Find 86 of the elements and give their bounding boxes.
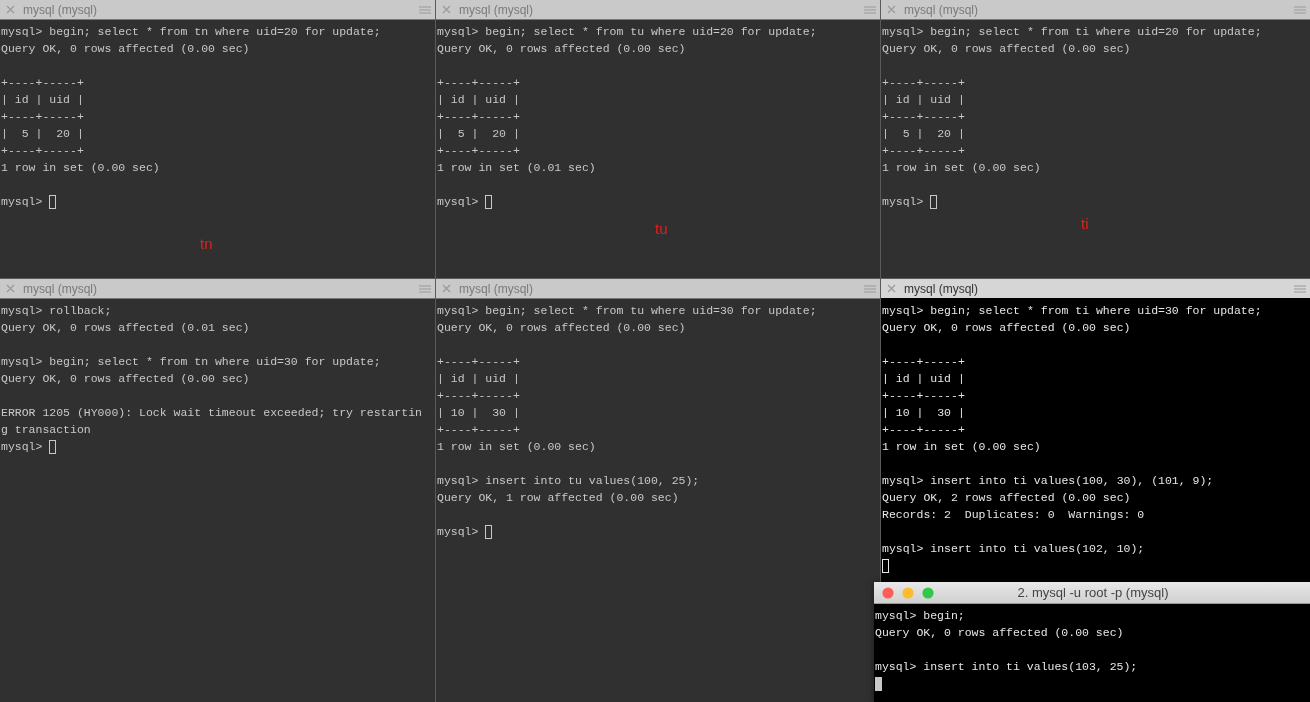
terminal-line: Query OK, 0 rows affected (0.00 sec) bbox=[437, 41, 686, 57]
terminal-line: g transaction bbox=[1, 422, 91, 438]
terminal-line: mysql> insert into tu values(100, 25); bbox=[437, 473, 700, 489]
terminal-line: mysql> begin; select * from ti where uid=20 for update; bbox=[882, 24, 1262, 40]
terminal-line: mysql> begin; select * from tn where uid=20 for update; bbox=[1, 24, 381, 40]
terminal-line: +----+-----+ bbox=[1, 109, 84, 125]
terminal-line: | id | uid | bbox=[882, 371, 965, 387]
pane-title: mysql (mysql) bbox=[459, 281, 534, 296]
terminal-line: mysql> bbox=[882, 194, 924, 210]
close-icon[interactable] bbox=[887, 5, 896, 14]
annotation-label: tn bbox=[200, 235, 213, 252]
pane-title: mysql (mysql) bbox=[904, 281, 979, 296]
terminal-line: mysql> begin; select * from ti where uid=30 for update; bbox=[882, 303, 1262, 319]
terminal-line: | 10 | 30 | bbox=[882, 405, 965, 421]
terminal-line: +----+-----+ bbox=[882, 422, 965, 438]
terminal-line: mysql> begin; select * from tu where uid=20 for update; bbox=[437, 24, 817, 40]
zoom-button[interactable] bbox=[922, 586, 934, 599]
terminal-line: +----+-----+ bbox=[882, 109, 965, 125]
terminal-line: mysql> insert into ti values(103, 25); bbox=[875, 659, 1138, 675]
terminal-line: | 5 | 20 | bbox=[1, 126, 84, 142]
close-icon[interactable] bbox=[6, 5, 15, 14]
menu-icon[interactable] bbox=[864, 5, 876, 14]
terminal-line: 1 row in set (0.00 sec) bbox=[882, 160, 1041, 176]
terminal-line: | 5 | 20 | bbox=[437, 126, 520, 142]
terminal-line: +----+-----+ bbox=[437, 354, 520, 370]
terminal-line: 1 row in set (0.00 sec) bbox=[882, 439, 1041, 455]
annotation-label: ti bbox=[1081, 215, 1089, 232]
terminal-line: +----+-----+ bbox=[1, 143, 84, 159]
terminal-line: +----+-----+ bbox=[1, 75, 84, 91]
terminal-line: mysql> bbox=[437, 524, 479, 540]
menu-icon[interactable] bbox=[419, 5, 431, 14]
terminal-line: Query OK, 0 rows affected (0.01 sec) bbox=[1, 320, 250, 336]
terminal-line: +----+-----+ bbox=[437, 388, 520, 404]
terminal-line: +----+-----+ bbox=[437, 109, 520, 125]
terminal-line: +----+-----+ bbox=[882, 354, 965, 370]
terminal-line: | id | uid | bbox=[1, 92, 84, 108]
terminal-line: Query OK, 0 rows affected (0.00 sec) bbox=[1, 371, 250, 387]
window-title: 2. mysql -u root -p (mysql) bbox=[1016, 585, 1170, 600]
terminal-line: 1 row in set (0.00 sec) bbox=[1, 160, 160, 176]
terminal-line: mysql> begin; select * from tn where uid=30 for update; bbox=[1, 354, 381, 370]
terminal-line: mysql> bbox=[437, 194, 479, 210]
terminal-line: Query OK, 0 rows affected (0.00 sec) bbox=[882, 41, 1131, 57]
terminal-line: +----+-----+ bbox=[437, 422, 520, 438]
terminal-line: +----+-----+ bbox=[882, 143, 965, 159]
terminal-line: Query OK, 0 rows affected (0.00 sec) bbox=[437, 320, 686, 336]
terminal-line: 1 row in set (0.01 sec) bbox=[437, 160, 596, 176]
pane-title: mysql (mysql) bbox=[904, 2, 979, 17]
terminal-line: | 10 | 30 | bbox=[437, 405, 520, 421]
terminal-line: | id | uid | bbox=[882, 92, 965, 108]
terminal-pane[interactable]: mysql> begin; Query OK, 0 rows affected (0.00 sec) mysql> insert into ti values(103, 25); bbox=[874, 604, 1310, 702]
terminal-line: mysql> bbox=[1, 439, 43, 455]
terminal-line: +----+-----+ bbox=[437, 143, 520, 159]
terminal-line: +----+-----+ bbox=[882, 388, 965, 404]
close-icon[interactable] bbox=[442, 284, 451, 293]
annotation-label: tu bbox=[655, 220, 668, 237]
terminal-line: Query OK, 0 rows affected (0.00 sec) bbox=[1, 41, 250, 57]
menu-icon[interactable] bbox=[864, 284, 876, 293]
terminal-line: mysql> rollback; bbox=[1, 303, 112, 319]
terminal-line: mysql> begin; bbox=[875, 608, 965, 624]
close-button[interactable] bbox=[882, 586, 894, 599]
pane-title: mysql (mysql) bbox=[23, 281, 98, 296]
menu-icon[interactable] bbox=[1294, 5, 1306, 14]
pane-title: mysql (mysql) bbox=[459, 2, 534, 17]
terminal-line: mysql> begin; select * from tu where uid=30 for update; bbox=[437, 303, 817, 319]
close-icon[interactable] bbox=[887, 284, 896, 293]
terminal-line: 1 row in set (0.00 sec) bbox=[437, 439, 596, 455]
terminal-line: mysql> bbox=[1, 194, 43, 210]
terminal-line: Query OK, 0 rows affected (0.00 sec) bbox=[875, 625, 1124, 641]
terminal-line: +----+-----+ bbox=[882, 75, 965, 91]
terminal-line: Records: 2 Duplicates: 0 Warnings: 0 bbox=[882, 507, 1145, 523]
close-icon[interactable] bbox=[6, 284, 15, 293]
terminal-line: Query OK, 0 rows affected (0.00 sec) bbox=[882, 320, 1131, 336]
terminal-line: | 5 | 20 | bbox=[882, 126, 965, 142]
terminal-line: Query OK, 2 rows affected (0.00 sec) bbox=[882, 490, 1131, 506]
terminal-line: mysql> insert into ti values(100, 30), (101, 9); bbox=[882, 473, 1214, 489]
terminal-line: ERROR 1205 (HY000): Lock wait timeout exceeded; try restartin bbox=[1, 405, 422, 421]
close-icon[interactable] bbox=[442, 5, 451, 14]
terminal-line: +----+-----+ bbox=[437, 75, 520, 91]
menu-icon[interactable] bbox=[1294, 284, 1306, 293]
terminal-line: | id | uid | bbox=[437, 92, 520, 108]
pane-title: mysql (mysql) bbox=[23, 2, 98, 17]
terminal-line: mysql> insert into ti values(102, 10); bbox=[882, 541, 1145, 557]
menu-icon[interactable] bbox=[419, 284, 431, 293]
minimize-button[interactable] bbox=[902, 586, 914, 599]
terminal-line: | id | uid | bbox=[437, 371, 520, 387]
terminal-line: Query OK, 1 row affected (0.00 sec) bbox=[437, 490, 679, 506]
